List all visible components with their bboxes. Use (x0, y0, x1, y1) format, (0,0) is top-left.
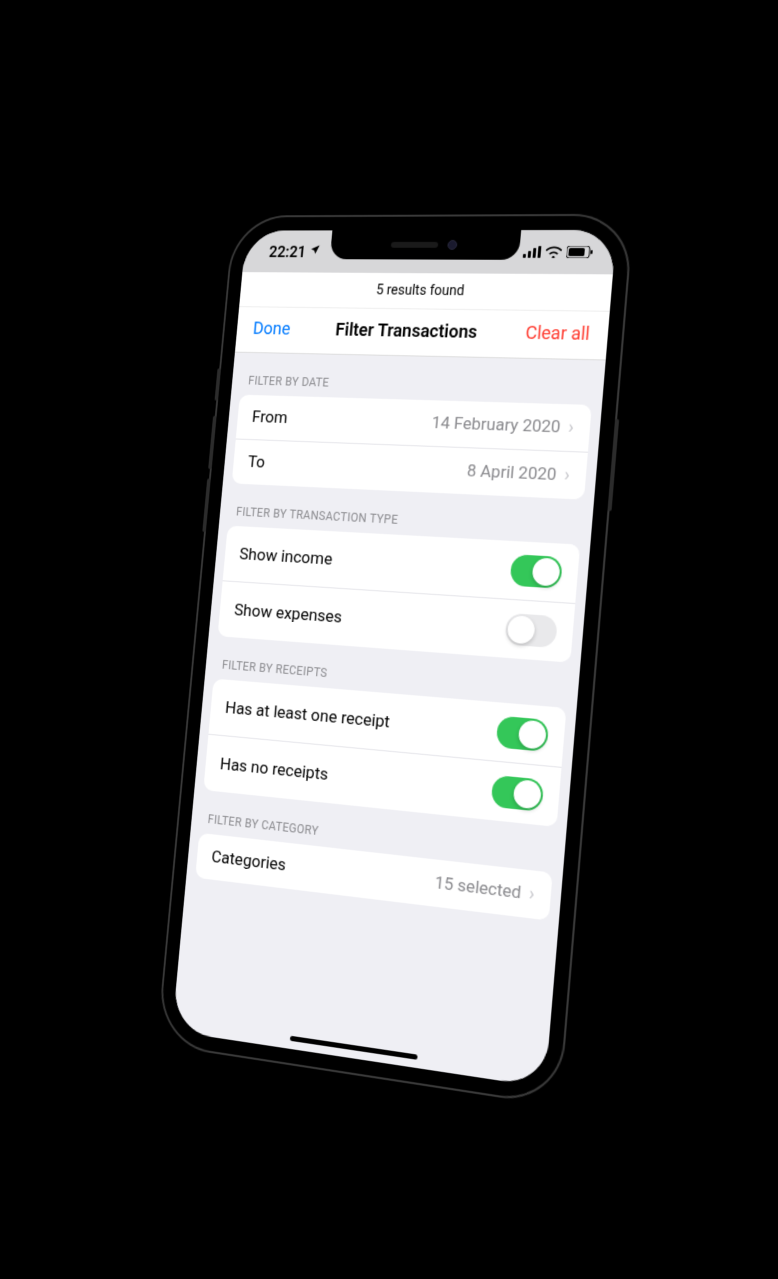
show-income-toggle[interactable] (509, 554, 562, 589)
status-left: 22:21 (268, 242, 321, 260)
show-expenses-label: Show expenses (233, 600, 342, 627)
screen: 22:21 (172, 229, 617, 1087)
battery-icon (566, 246, 593, 258)
toggle-knob (518, 719, 547, 749)
side-button-vol-up (208, 415, 216, 468)
from-label: From (251, 407, 288, 427)
toggle-knob (513, 779, 542, 809)
categories-selected-count: 15 selected (434, 872, 522, 903)
from-date-value: 14 February 2020 (431, 413, 561, 437)
show-expenses-toggle[interactable] (504, 612, 558, 647)
page-title: Filter Transactions (335, 319, 478, 342)
done-button[interactable]: Done (252, 318, 291, 339)
cellular-signal-icon (523, 245, 542, 257)
speaker-grille (391, 241, 439, 247)
phone-frame: 22:21 (158, 215, 632, 1104)
to-label: To (247, 452, 266, 472)
location-arrow-icon (309, 243, 321, 258)
chevron-right-icon: › (568, 418, 575, 436)
results-count-bar: 5 results found (239, 272, 613, 312)
chevron-right-icon: › (564, 466, 571, 485)
toggle-knob (507, 615, 536, 644)
side-button-mute (215, 368, 222, 400)
no-receipts-label: Has no receipts (219, 754, 329, 784)
has-receipt-toggle[interactable] (496, 715, 550, 751)
clear-all-button[interactable]: Clear all (525, 322, 591, 344)
date-group: From 14 February 2020 › To 8 April 2020 … (232, 394, 592, 499)
notch (330, 230, 521, 260)
side-button-power (607, 418, 619, 510)
wifi-icon (545, 245, 562, 257)
status-right (523, 245, 593, 257)
from-value-wrap: 14 February 2020 › (431, 413, 575, 438)
results-count-text: 5 results found (375, 282, 464, 298)
content-scroll[interactable]: FILTER BY DATE From 14 February 2020 › T… (172, 352, 605, 1082)
to-value-wrap: 8 April 2020 › (466, 461, 571, 485)
no-receipts-toggle[interactable] (491, 774, 545, 811)
chevron-right-icon: › (528, 884, 535, 903)
show-income-label: Show income (239, 544, 334, 569)
nav-bar: Done Filter Transactions Clear all (235, 307, 610, 360)
has-receipt-label: Has at least one receipt (224, 697, 390, 731)
side-button-vol-down (202, 478, 210, 532)
toggle-knob (531, 557, 560, 586)
categories-label: Categories (211, 847, 287, 875)
front-camera (447, 240, 457, 250)
to-date-value: 8 April 2020 (466, 461, 557, 485)
categories-value-wrap: 15 selected › (434, 872, 536, 904)
status-time: 22:21 (268, 242, 306, 260)
